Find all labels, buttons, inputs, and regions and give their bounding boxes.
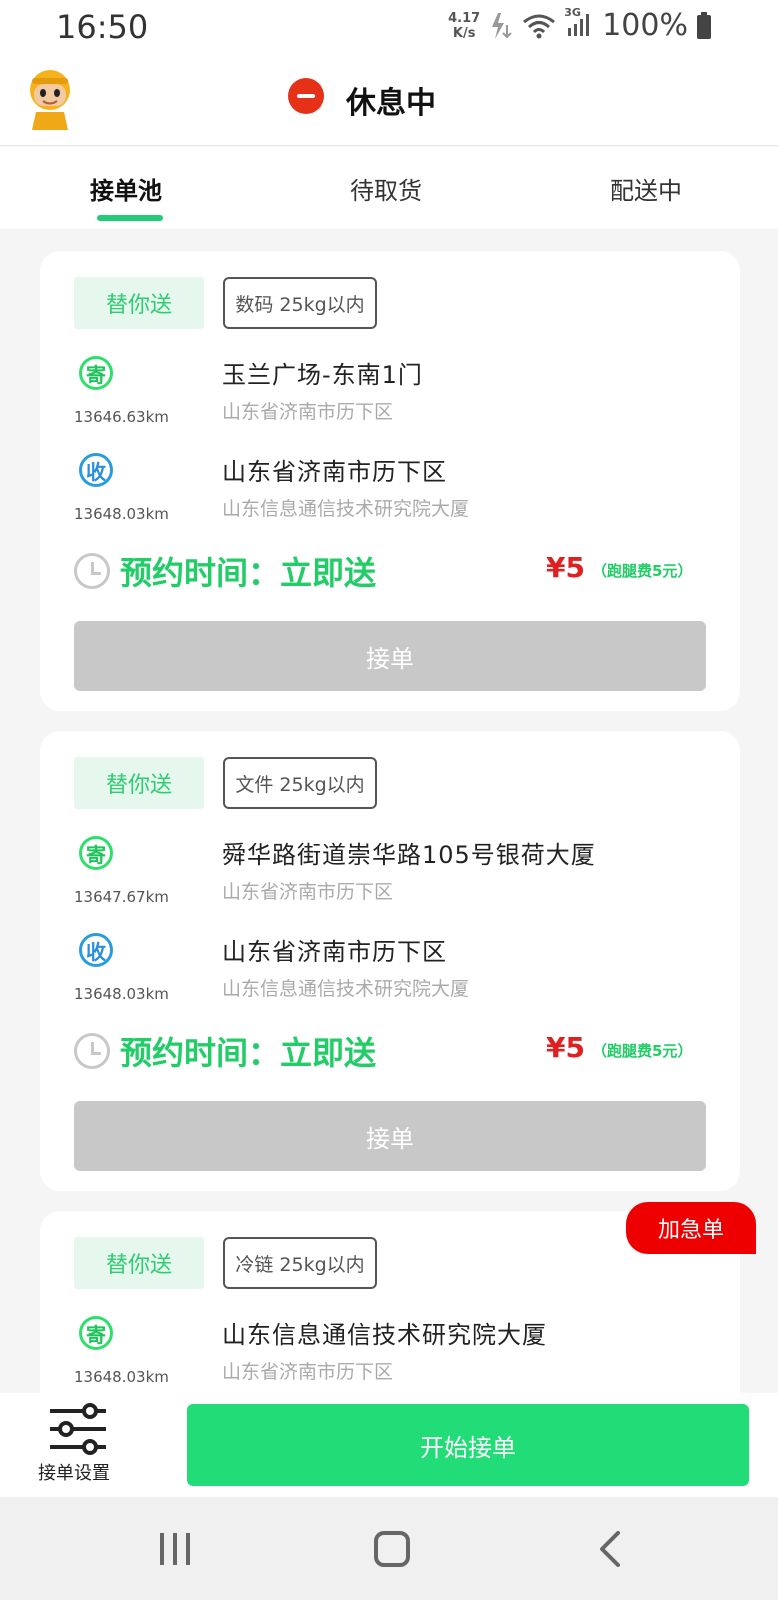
delivery-address: 山东省济南市历下区 [222,458,447,486]
start-accepting-button[interactable]: 开始接单 [187,1404,749,1486]
category-badge: 冷链 25kg以内 [223,1237,377,1289]
network-speed: 4.17 K/s [448,10,481,41]
active-tab-indicator [97,215,163,221]
tab-delivering[interactable]: 配送中 [610,171,682,206]
errand-fee: （跑腿费5元） [592,562,693,580]
avatar[interactable] [26,68,74,130]
wifi-icon [523,14,556,38]
pickup-address: 山东信息通信技术研究院大厦 [222,1321,547,1349]
delivery-distance: 13648.03km [74,505,169,523]
pickup-region: 山东省济南市历下区 [222,1361,394,1383]
appointment-time: 预约时间：立即送 [120,1034,377,1072]
order-tabs: 接单池 待取货 配送中 [0,147,778,229]
accept-order-button[interactable]: 接单 [74,621,706,691]
tab-order-pool[interactable]: 接单池 [90,171,162,206]
urgent-order-badge: 加急单 [626,1202,756,1254]
system-nav-bar [0,1497,778,1600]
recent-apps-icon[interactable] [160,1533,192,1565]
clock-icon [74,553,110,589]
pickup-region: 山东省济南市历下区 [222,401,394,423]
receive-icon: 收 [74,928,118,972]
settings-sliders-icon[interactable] [50,1403,106,1455]
data-transfer-icon [492,12,512,39]
delivery-region: 山东信息通信技术研究院大厦 [222,978,470,1000]
clock-icon [74,1033,110,1069]
send-icon: 寄 [74,1311,118,1355]
cellular-signal: 3G [564,6,594,42]
pickup-address: 玉兰广场-东南1门 [222,361,423,389]
category-badge: 数码 25kg以内 [223,277,377,329]
errand-fee: （跑腿费5元） [592,1042,693,1060]
order-card: 替你送 数码 25kg以内 寄 13646.63km 玉兰广场-东南1门 山东省… [40,251,740,711]
service-type-badge: 替你送 [74,1237,204,1289]
back-icon[interactable] [596,1531,626,1567]
delivery-region: 山东信息通信技术研究院大厦 [222,498,470,520]
delivery-address: 山东省济南市历下区 [222,938,447,966]
rest-status-icon[interactable] [288,78,324,114]
category-badge: 文件 25kg以内 [223,757,377,809]
pickup-region: 山东省济南市历下区 [222,881,394,903]
order-card: 替你送 文件 25kg以内 寄 13647.67km 舜华路街道崇华路105号银… [40,731,740,1191]
order-price: ¥5 [546,551,585,584]
service-type-badge: 替你送 [74,277,204,329]
work-status-text[interactable]: 休息中 [346,78,436,122]
order-price: ¥5 [546,1031,585,1064]
receive-icon: 收 [74,448,118,492]
pickup-distance: 13648.03km [74,1368,169,1386]
bottom-action-bar: 接单设置 开始接单 [0,1393,778,1497]
send-icon: 寄 [74,351,118,395]
pickup-address: 舜华路街道崇华路105号银荷大厦 [222,841,596,869]
pickup-distance: 13646.63km [74,408,169,426]
battery-percent: 100% [602,8,688,43]
home-icon[interactable] [374,1531,410,1567]
status-bar: 16:50 4.17 K/s 3G 100% [0,0,778,56]
accept-order-button[interactable]: 接单 [74,1101,706,1171]
app-header: 休息中 [0,56,778,146]
appointment-time: 预约时间：立即送 [120,554,377,592]
service-type-badge: 替你送 [74,757,204,809]
pickup-distance: 13647.67km [74,888,169,906]
order-settings-label[interactable]: 接单设置 [38,1459,110,1485]
tab-awaiting-pickup[interactable]: 待取货 [350,171,422,206]
status-icons: 4.17 K/s 3G 100% [448,6,712,43]
clock-time: 16:50 [56,8,149,46]
send-icon: 寄 [74,831,118,875]
battery-icon [697,11,711,39]
delivery-distance: 13648.03km [74,985,169,1003]
